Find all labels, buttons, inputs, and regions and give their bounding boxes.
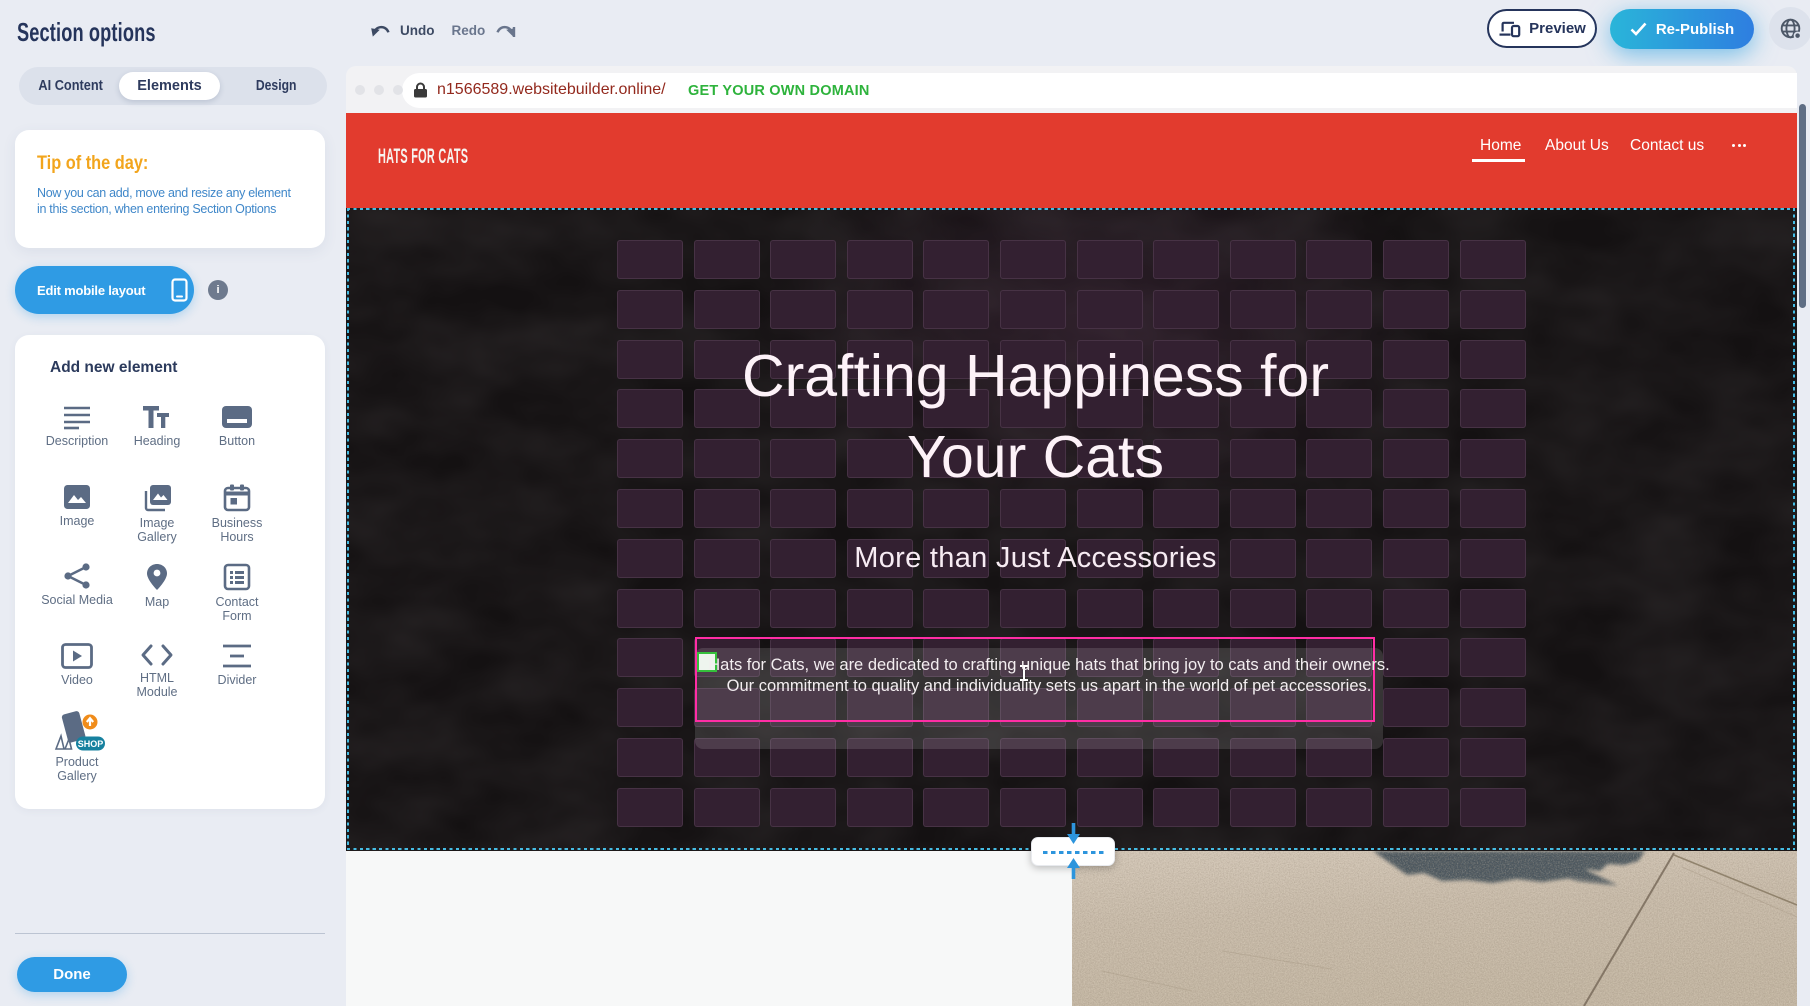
svg-text:SHOP: SHOP: [78, 739, 104, 749]
